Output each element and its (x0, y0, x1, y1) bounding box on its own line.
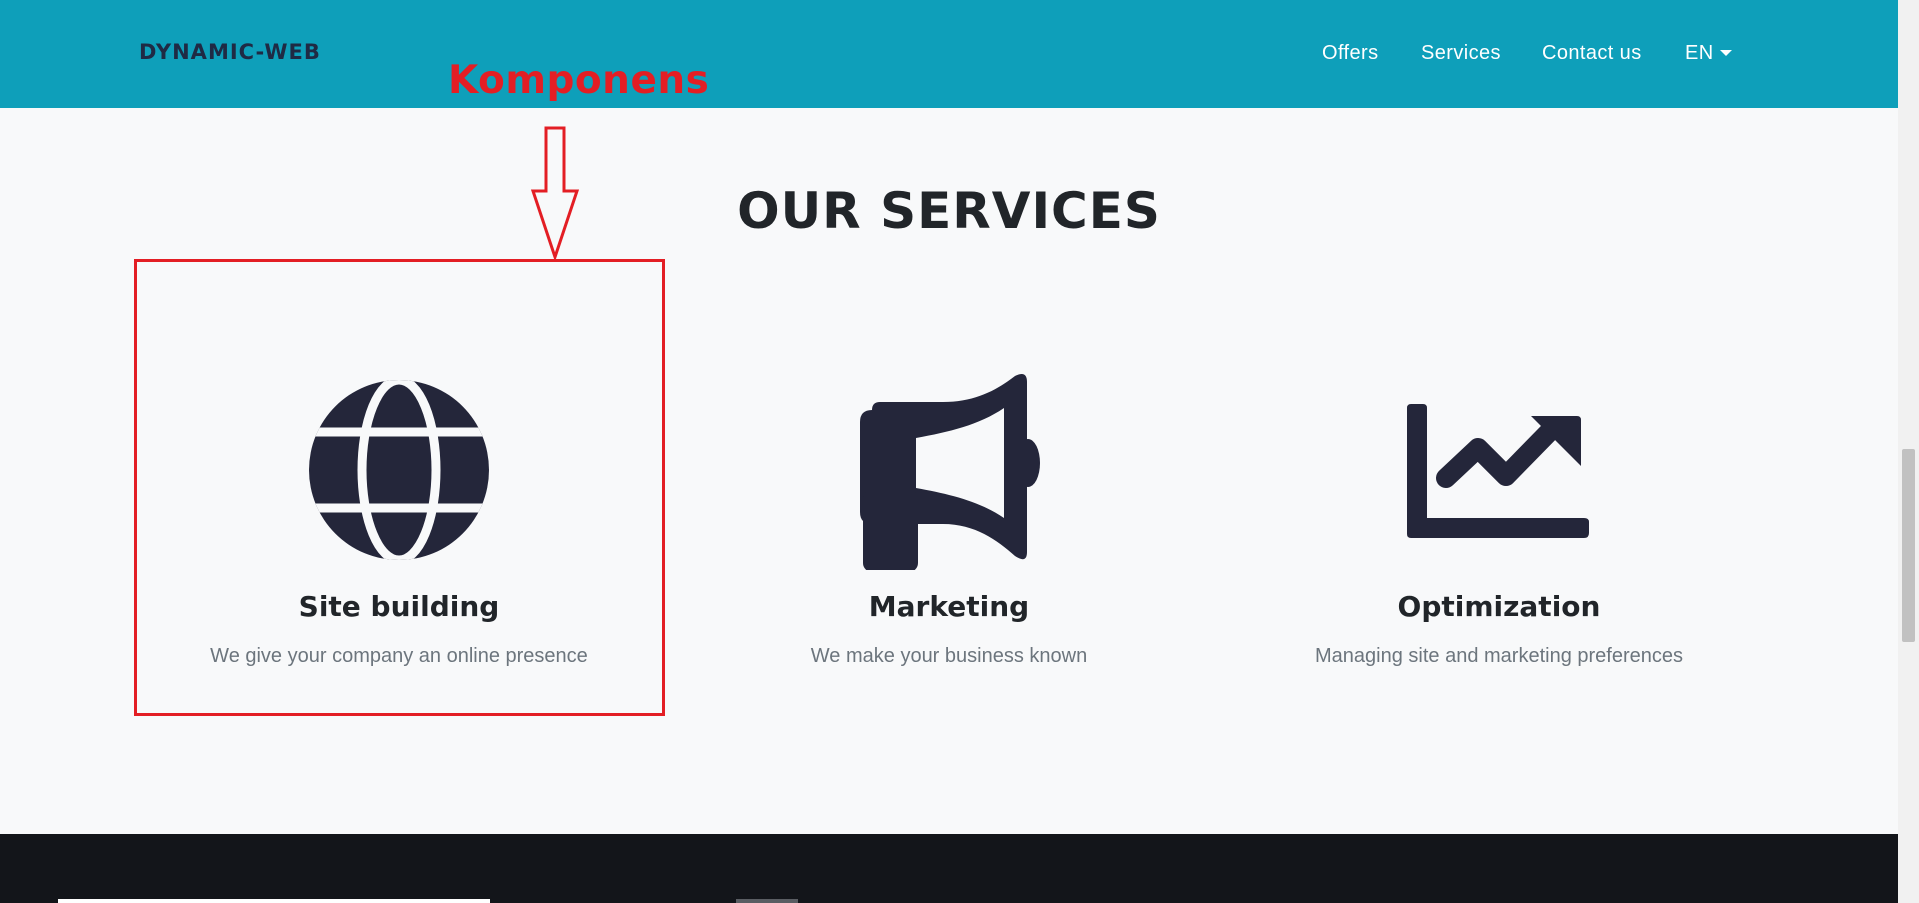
footer (0, 834, 1898, 903)
service-card-marketing: Marketing We make your business known (669, 370, 1229, 668)
nav-link-offers[interactable]: Offers (1322, 42, 1379, 65)
service-description: We make your business known (810, 645, 1088, 667)
scrollbar-thumb[interactable] (1902, 449, 1915, 642)
service-description: Managing site and marketing preferences (1315, 645, 1683, 667)
vertical-scrollbar[interactable] (1898, 0, 1919, 903)
annotation-label: Komponens (448, 58, 710, 103)
nav-links: Offers Services Contact us EN (0, 42, 1898, 72)
megaphone-icon (860, 374, 1040, 570)
caret-down-icon (1719, 50, 1732, 56)
footer-divider (736, 899, 798, 903)
language-dropdown[interactable]: EN (1685, 42, 1732, 65)
section-title: OUR SERVICES (737, 182, 1161, 240)
footer-divider (58, 899, 490, 903)
annotation-highlight-box (134, 259, 665, 716)
nav-link-services[interactable]: Services (1421, 42, 1501, 65)
navbar: DYNAMIC-WEB Offers Services Contact us E… (0, 0, 1898, 108)
service-title: Optimization (1397, 590, 1601, 623)
service-title: Marketing (868, 590, 1030, 623)
service-card-optimization: Optimization Managing site and marketing… (1219, 370, 1779, 668)
nav-link-contact[interactable]: Contact us (1542, 42, 1642, 65)
annotation-arrow-down-icon (530, 126, 580, 260)
chart-line-icon (1407, 404, 1589, 538)
language-label: EN (1685, 42, 1714, 64)
